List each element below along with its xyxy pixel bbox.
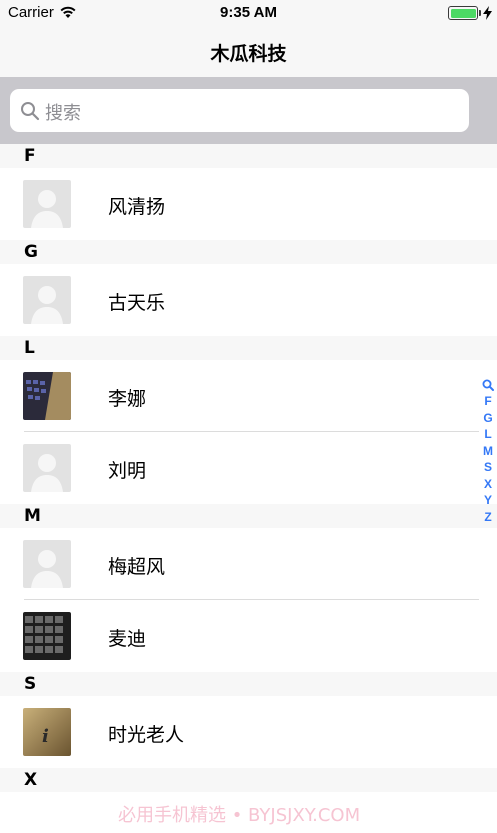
section-header-s: S [0, 672, 497, 696]
index-letter-x[interactable]: X [481, 476, 495, 493]
contact-row[interactable]: 梅超风 [0, 528, 497, 600]
status-bar: Carrier 9:35 AM [0, 0, 497, 26]
battery-cap [479, 10, 481, 16]
search-placeholder: 搜索 [45, 103, 81, 124]
watermark: 必用手机精选 • BYJSJXY.COM [118, 805, 361, 826]
section-header-g: G [0, 240, 497, 264]
index-letter-s[interactable]: S [481, 459, 495, 476]
index-letter-f[interactable]: F [481, 393, 495, 410]
section-header-f: F [0, 144, 497, 168]
charging-bolt-icon [483, 6, 492, 20]
contact-name: 刘明 [108, 460, 147, 482]
navigation-bar: 木瓜科技 [0, 26, 497, 77]
svg-text:i: i [42, 726, 49, 747]
clock: 9:35 AM [220, 4, 277, 21]
index-letter-y[interactable]: Y [481, 492, 495, 509]
search-bar: 搜索 [0, 77, 497, 144]
avatar-keys-photo [23, 612, 71, 660]
index-search-icon[interactable] [482, 379, 494, 391]
section-index-bar[interactable]: F G L M S X Y Z [481, 377, 495, 525]
contact-name: 梅超风 [108, 556, 166, 578]
contact-name: 李娜 [108, 388, 147, 410]
avatar-keyboard-photo [23, 372, 71, 420]
contact-list: F 风清扬 G 古天乐 L 李娜 刘明 M 梅超风 麦迪 S i 时光老人 X [0, 144, 497, 792]
contact-row[interactable]: 风清扬 [0, 168, 497, 240]
search-input[interactable]: 搜索 [10, 89, 469, 132]
index-letter-m[interactable]: M [481, 443, 495, 460]
avatar-placeholder [23, 540, 71, 588]
contact-row[interactable]: i 时光老人 [0, 696, 497, 768]
section-header-x: X [0, 768, 497, 792]
avatar-info-photo: i [23, 708, 71, 756]
contact-name: 古天乐 [108, 292, 166, 314]
index-letter-l[interactable]: L [481, 426, 495, 443]
contact-row[interactable]: 古天乐 [0, 264, 497, 336]
contact-name: 时光老人 [108, 724, 185, 746]
battery-icon [448, 6, 478, 20]
search-icon [21, 102, 40, 121]
contact-row[interactable]: 刘明 [0, 432, 497, 504]
contact-row[interactable]: 麦迪 [0, 600, 497, 672]
section-header-m: M [0, 504, 497, 528]
section-header-l: L [0, 336, 497, 360]
index-letter-z[interactable]: Z [481, 509, 495, 526]
avatar-placeholder [23, 276, 71, 324]
page-title: 木瓜科技 [210, 43, 287, 65]
index-letter-g[interactable]: G [481, 410, 495, 427]
avatar-placeholder [23, 180, 71, 228]
contact-name: 风清扬 [108, 196, 166, 218]
contact-name: 麦迪 [108, 628, 147, 650]
avatar-placeholder [23, 444, 71, 492]
contact-row[interactable]: 李娜 [0, 360, 497, 432]
